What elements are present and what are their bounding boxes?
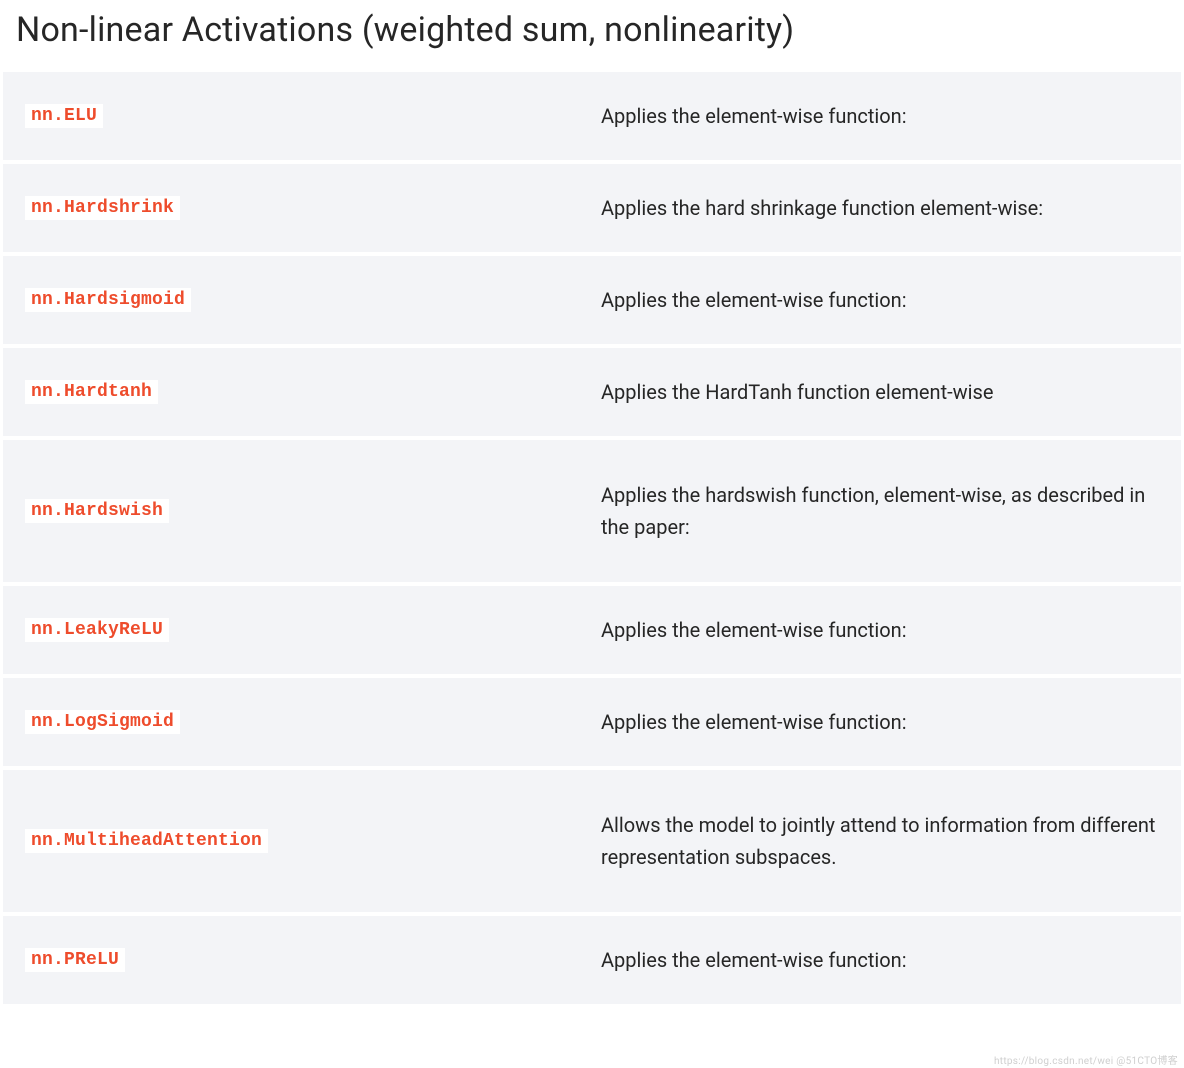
watermark-text: https://blog.csdn.net/wei @51CTO博客 [994,1052,1178,1067]
table-row: nn.LeakyReLU Applies the element-wise fu… [3,586,1181,674]
api-description: Applies the HardTanh function element-wi… [601,376,1181,408]
table-row: nn.Hardshrink Applies the hard shrinkage… [3,164,1181,252]
api-link-hardsigmoid[interactable]: nn.Hardsigmoid [25,288,191,312]
api-name-cell: nn.LeakyReLU [3,618,601,642]
page-title: Non-linear Activations (weighted sum, no… [0,0,1184,72]
table-row: nn.ELU Applies the element-wise function… [3,72,1181,160]
api-name-cell: nn.PReLU [3,948,601,972]
api-description: Applies the hard shrinkage function elem… [601,192,1181,224]
api-table: nn.ELU Applies the element-wise function… [3,72,1181,1004]
api-name-cell: nn.ELU [3,104,601,128]
api-name-cell: nn.Hardtanh [3,380,601,404]
api-link-hardtanh[interactable]: nn.Hardtanh [25,380,158,404]
api-description: Applies the element-wise function: [601,284,1181,316]
api-link-elu[interactable]: nn.ELU [25,104,103,128]
table-row: nn.Hardtanh Applies the HardTanh functio… [3,348,1181,436]
api-link-logsigmoid[interactable]: nn.LogSigmoid [25,710,180,734]
api-name-cell: nn.MultiheadAttention [3,829,601,853]
api-link-leakyrelu[interactable]: nn.LeakyReLU [25,618,169,642]
api-description: Applies the element-wise function: [601,614,1181,646]
table-row: nn.PReLU Applies the element-wise functi… [3,916,1181,1004]
table-row: nn.Hardsigmoid Applies the element-wise … [3,256,1181,344]
api-description: Applies the element-wise function: [601,944,1181,976]
table-row: nn.Hardswish Applies the hardswish funct… [3,440,1181,582]
api-description: Applies the element-wise function: [601,100,1181,132]
api-link-multiheadattention[interactable]: nn.MultiheadAttention [25,829,268,853]
api-description: Applies the hardswish function, element-… [601,479,1181,543]
api-link-prelu[interactable]: nn.PReLU [25,948,125,972]
api-link-hardswish[interactable]: nn.Hardswish [25,499,169,523]
api-link-hardshrink[interactable]: nn.Hardshrink [25,196,180,220]
table-row: nn.MultiheadAttention Allows the model t… [3,770,1181,912]
api-name-cell: nn.Hardswish [3,499,601,523]
api-description: Applies the element-wise function: [601,706,1181,738]
api-description: Allows the model to jointly attend to in… [601,809,1181,873]
api-name-cell: nn.Hardshrink [3,196,601,220]
api-name-cell: nn.LogSigmoid [3,710,601,734]
table-row: nn.LogSigmoid Applies the element-wise f… [3,678,1181,766]
api-name-cell: nn.Hardsigmoid [3,288,601,312]
